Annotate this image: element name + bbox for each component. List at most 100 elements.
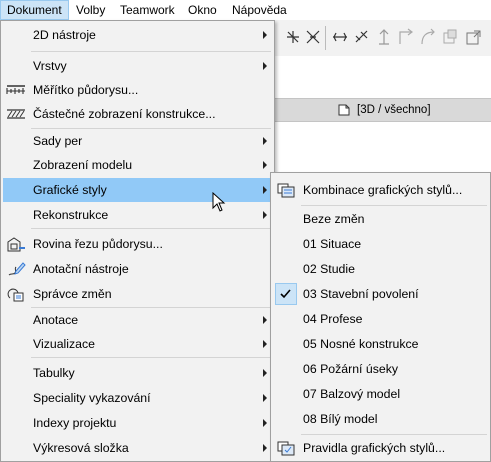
submenu-arrow-icon	[263, 31, 267, 39]
menu-item-floor-plan-cut-plane[interactable]: Rovina řezu půdorysu...	[3, 232, 273, 256]
partial-structure-icon	[7, 109, 25, 119]
submenu-arrow-icon	[263, 419, 267, 427]
submenu-option-label: 08 Bílý model	[303, 412, 378, 426]
submenu-arrow-icon	[263, 211, 267, 219]
menu-item-pen-sets[interactable]: Sady per	[3, 129, 273, 153]
menu-item-label: Zobrazení modelu	[33, 158, 133, 172]
menu-item-annotation[interactable]: Anotace	[3, 308, 273, 332]
grid-snap-icon[interactable]	[284, 28, 302, 46]
elevation-icon[interactable]	[375, 28, 393, 46]
submenu-arrow-icon	[263, 444, 267, 452]
scale-icon	[6, 85, 25, 94]
graphic-overrides-submenu: Kombinace grafických stylů... Beze změn …	[270, 172, 491, 462]
menu-item-drawing-folder[interactable]: Výkresová složka	[3, 436, 273, 460]
menubar-item-okno[interactable]: Okno	[182, 0, 223, 20]
scale-tool-icon[interactable]	[465, 28, 483, 46]
override-combinations-icon	[277, 183, 295, 198]
menu-item-label: Částečné zobrazení konstrukce...	[33, 107, 216, 121]
menu-item-label: Anotace	[33, 313, 79, 327]
menubar-item-dokument[interactable]: Dokument	[0, 0, 69, 20]
submenu-arrow-icon	[263, 62, 267, 70]
submenu-option-label: 01 Situace	[303, 237, 362, 251]
submenu-arrow-icon	[263, 394, 267, 402]
menu-item-label: Správce změn	[33, 287, 112, 301]
offset-icon[interactable]	[441, 28, 459, 46]
submenu-option-label: 04 Profese	[303, 312, 363, 326]
toolbar-divider	[325, 26, 326, 50]
submenu-option-checked[interactable]: 03 Stavební povolení	[273, 282, 489, 306]
menu-item-renovation[interactable]: Rekonstrukce	[3, 203, 273, 227]
menu-item-project-indexes[interactable]: Indexy projektu	[3, 411, 273, 435]
annotation-tools-icon	[8, 262, 26, 276]
submenu-option-label: 06 Požární úseky	[303, 362, 399, 376]
submenu-option-label: 02 Studie	[303, 262, 355, 276]
menu-separator	[301, 205, 487, 206]
curve-icon[interactable]	[419, 28, 437, 46]
menu-item-label: Vrstvy	[33, 59, 67, 73]
menu-item-label: Sady per	[33, 134, 83, 148]
submenu-arrow-icon	[263, 186, 267, 194]
menubar-item-teamwork[interactable]: Teamwork	[114, 0, 181, 20]
submenu-option-label: 05 Nosné konstrukce	[303, 337, 419, 351]
trim-icon[interactable]	[353, 28, 371, 46]
menu-separator	[31, 51, 271, 52]
submenu-arrow-icon	[263, 161, 267, 169]
menu-item-label: Rovina řezu půdorysu...	[33, 237, 163, 251]
floor-plan-cut-plane-icon	[7, 237, 25, 252]
submenu-option[interactable]: 07 Balzový model	[273, 382, 489, 406]
submenu-option-label: 03 Stavební povolení	[303, 287, 419, 301]
menu-item-2d-tools[interactable]: 2D nástroje	[3, 23, 273, 47]
menu-item-layers[interactable]: Vrstvy	[3, 54, 273, 78]
toolbar	[275, 20, 491, 56]
checkmark-icon	[275, 283, 297, 305]
menu-item-partial-structure-display[interactable]: Částečné zobrazení konstrukce...	[3, 102, 273, 126]
menu-item-label: Rekonstrukce	[33, 208, 109, 222]
menu-item-label: Anotační nástroje	[33, 262, 129, 276]
menu-item-label: Indexy projektu	[33, 416, 117, 430]
override-rules-icon	[277, 441, 295, 456]
menu-item-visualization[interactable]: Vizualizace	[3, 332, 273, 356]
submenu-option[interactable]: 05 Nosné konstrukce	[273, 332, 489, 356]
submenu-option[interactable]: 02 Studie	[273, 257, 489, 281]
menubar-item-napoveda[interactable]: Nápověda	[226, 0, 293, 20]
app-work-area	[275, 56, 491, 98]
menu-item-label: Vizualizace	[33, 337, 95, 351]
view-tab-label[interactable]: [3D / všechno]	[357, 99, 431, 121]
menu-item-model-view[interactable]: Zobrazení modelu	[3, 153, 273, 177]
menu-separator	[31, 357, 271, 358]
menu-bar: Dokument Volby Teamwork Okno Nápověda	[0, 0, 491, 21]
submenu-arrow-icon	[263, 340, 267, 348]
menu-item-label: Tabulky	[33, 366, 75, 380]
menu-item-graphic-overrides[interactable]: Grafické styly	[3, 178, 273, 202]
split-icon[interactable]	[331, 28, 349, 46]
menu-item-floor-plan-scale[interactable]: Měřítko půdorysu...	[3, 78, 273, 102]
menu-item-reporting-specialties[interactable]: Speciality vykazování	[3, 386, 273, 410]
menu-item-schedules[interactable]: Tabulky	[3, 361, 273, 385]
submenu-option[interactable]: Beze změn	[273, 207, 489, 231]
intersection-icon[interactable]	[304, 28, 322, 46]
submenu-option[interactable]: 04 Profese	[273, 307, 489, 331]
corner-icon[interactable]	[397, 28, 415, 46]
menu-item-label: 2D nástroje	[33, 28, 96, 42]
menu-item-label: Výkresová složka	[33, 441, 129, 455]
menu-item-annotation-tools[interactable]: Anotační nástroje	[3, 257, 273, 281]
submenu-option[interactable]: 08 Bílý model	[273, 407, 489, 431]
submenu-option-label: Beze změn	[303, 212, 365, 226]
submenu-option-label: 07 Balzový model	[303, 387, 401, 401]
3d-window-icon	[338, 104, 350, 116]
menu-item-change-manager[interactable]: Správce změn	[3, 282, 273, 306]
change-manager-icon	[7, 288, 24, 302]
submenu-item-override-combinations[interactable]: Kombinace grafických stylů...	[273, 178, 489, 202]
menu-item-label: Měřítko půdorysu...	[33, 83, 139, 97]
submenu-option[interactable]: 01 Situace	[273, 232, 489, 256]
menu-item-label: Grafické styly	[33, 183, 107, 197]
menu-item-label: Speciality vykazování	[33, 391, 151, 405]
menubar-item-volby[interactable]: Volby	[70, 0, 111, 20]
submenu-item-label: Pravidla grafických stylů...	[303, 441, 446, 455]
submenu-arrow-icon	[263, 137, 267, 145]
submenu-arrow-icon	[263, 369, 267, 377]
menu-separator	[301, 434, 487, 435]
submenu-item-override-rules[interactable]: Pravidla grafických stylů...	[273, 436, 489, 460]
view-tab-bar: [3D / všechno]	[275, 98, 491, 122]
submenu-option[interactable]: 06 Požární úseky	[273, 357, 489, 381]
